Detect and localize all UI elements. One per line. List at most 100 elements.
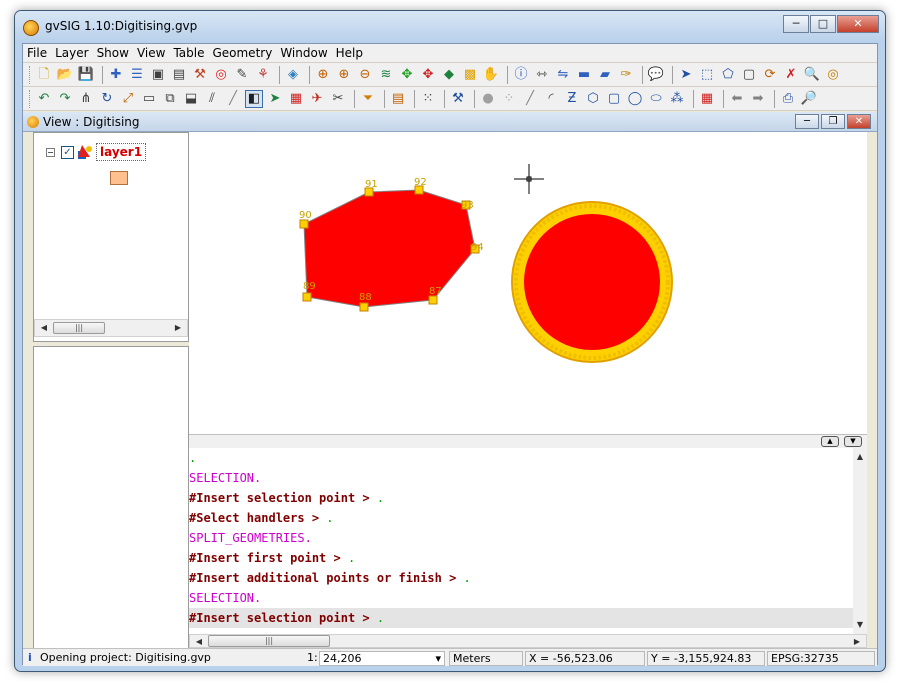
console-expand-button[interactable]: ▲ [821,436,839,447]
menu-table[interactable]: Table [169,44,208,62]
scale-icon[interactable]: ⤢ [119,90,137,108]
add-layer-icon[interactable]: ✚ [107,66,125,84]
dotted-grid-icon[interactable]: ⁙ [419,90,437,108]
zoom-extent-icon[interactable]: ⊕ [314,66,332,84]
maximize-button[interactable]: □ [810,15,836,33]
view-close-button[interactable]: ✕ [847,114,871,129]
invert-selection-icon[interactable]: ⟳ [761,66,779,84]
filter-icon[interactable]: ⏷ [359,90,377,108]
tools-icon[interactable]: ⚒ [449,90,467,108]
clear-selection-icon[interactable]: ✗ [782,66,800,84]
ellipse-icon[interactable]: ⬭ [647,90,665,108]
menu-view[interactable]: View [133,44,169,62]
table-edit-icon[interactable]: ▤ [389,90,407,108]
measure-distance-icon[interactable]: ⇿ [533,66,551,84]
print-preview-icon[interactable]: ⎙ [779,90,797,108]
back-arrow-icon[interactable]: ⬅ [728,90,746,108]
info-icon[interactable]: ⓘ [512,66,530,84]
ruler-icon[interactable]: ▬ [575,66,593,84]
select-polygon-icon[interactable]: ⬠ [719,66,737,84]
view-minimize-button[interactable]: ─ [795,114,819,129]
polyline-icon[interactable]: Ƶ [563,90,581,108]
menu-layer[interactable]: Layer [51,44,92,62]
menu-file[interactable]: File [23,44,51,62]
spline-icon[interactable]: ⁂ [668,90,686,108]
split-geometry-icon[interactable]: ◧ [245,89,263,108]
tooltip-icon[interactable]: 💬 [647,66,665,84]
edit-vertex-icon[interactable]: ╱ [224,90,242,108]
scroll-down-icon[interactable]: ▼ [853,618,867,632]
console-horizontal-scrollbar[interactable]: ◀ ||| ▶ [189,634,867,648]
copy-icon[interactable]: ⧉ [161,90,179,108]
overview-panel[interactable] [33,346,189,650]
select-rectangle-icon[interactable]: ⬚ [698,66,716,84]
network-icon[interactable]: ⚘ [254,66,272,84]
rectangle-icon[interactable]: ▢ [605,90,623,108]
scroll-right-icon[interactable]: ▶ [850,635,864,649]
layer-symbol-swatch[interactable] [110,171,128,185]
zoom-select-icon[interactable]: ✥ [419,66,437,84]
zoom-in-icon[interactable]: ⊕ [335,66,353,84]
select-by-attr-icon[interactable]: 🔍 [803,66,821,84]
minimize-button[interactable]: ─ [783,15,809,33]
forward-arrow-icon[interactable]: ➡ [749,90,767,108]
scroll-thumb[interactable]: ||| [208,635,330,647]
scroll-left-icon[interactable]: ◀ [37,321,51,335]
circle-icon[interactable]: ◯ [626,90,644,108]
select-edit-icon[interactable]: ➤ [266,90,284,108]
map-canvas[interactable]: 91 92 93 94 87 88 89 90 [189,132,867,434]
select-by-layer-icon[interactable]: ▢ [740,66,758,84]
toc-layer-row[interactable]: − ✓ layer1 [46,141,147,163]
geoprocess-icon[interactable]: ⚒ [191,66,209,84]
catalog-icon[interactable]: ◈ [284,66,302,84]
cut-icon[interactable]: ✂ [329,90,347,108]
grid-icon[interactable]: ▦ [287,90,305,108]
close-button[interactable]: ✕ [837,15,879,33]
rotate-icon[interactable]: ↻ [98,90,116,108]
move-icon[interactable]: ▭ [140,90,158,108]
zoom-scale-icon[interactable]: 🔎 [800,90,818,108]
console-splitter[interactable]: ▲ ▼ [189,434,867,448]
pan-icon[interactable]: ✋ [482,66,500,84]
menu-show[interactable]: Show [93,44,133,62]
point-icon[interactable]: ● [479,90,497,108]
layers-stack-icon[interactable]: ≋ [377,66,395,84]
console-input-line[interactable]: #Insert selection point > . [189,608,853,628]
symmetry-icon[interactable]: ⋔ [77,90,95,108]
layer-visibility-checkbox[interactable]: ✓ [61,145,74,159]
chevron-down-icon[interactable]: ▾ [435,652,441,665]
measure-area-icon[interactable]: ⇋ [554,66,572,84]
arc-icon[interactable]: ◜ [542,90,560,108]
console-vertical-scrollbar[interactable]: ▲ ▼ [853,448,867,634]
view-restore-button[interactable]: ❐ [821,114,845,129]
table-icon[interactable]: ▤ [170,66,188,84]
collapse-icon[interactable]: − [46,147,55,157]
multipoint-icon[interactable]: ⁘ [500,90,518,108]
console-collapse-button[interactable]: ▼ [844,436,862,447]
polygon-icon[interactable]: ⬡ [584,90,602,108]
scale-combobox[interactable]: 24,206 ▾ [319,651,445,666]
scroll-thumb[interactable]: ||| [53,322,105,334]
undo-icon[interactable]: ↶ [35,90,53,108]
menu-geometry[interactable]: Geometry [208,44,276,62]
save-project-icon[interactable]: 💾 [77,66,95,84]
zoom-out-icon[interactable]: ⊖ [356,66,374,84]
target-icon[interactable]: ◎ [212,66,230,84]
toc-horizontal-scrollbar[interactable]: ◀ ||| ▶ [34,319,188,337]
menu-help[interactable]: Help [332,44,367,62]
zoom-full-icon[interactable]: ✥ [398,66,416,84]
attributes-table-icon[interactable]: ▦ [698,90,716,108]
properties-icon[interactable]: ✎ [233,66,251,84]
menu-window[interactable]: Window [276,44,331,62]
join-icon[interactable]: ✈ [308,90,326,108]
select-circle-icon[interactable]: ◎ [824,66,842,84]
select-icon[interactable]: ➤ [677,66,695,84]
redo-icon[interactable]: ↷ [56,90,74,108]
edit-layer-icon[interactable]: ▣ [149,66,167,84]
stretch-icon[interactable]: ⬓ [182,90,200,108]
scroll-right-icon[interactable]: ▶ [171,321,185,335]
scroll-left-icon[interactable]: ◀ [192,635,206,649]
command-console[interactable]: . SELECTION. #Insert selection point > .… [189,448,853,634]
hyperlink-icon[interactable]: ✑ [617,66,635,84]
open-project-icon[interactable]: 📂 [56,66,74,84]
